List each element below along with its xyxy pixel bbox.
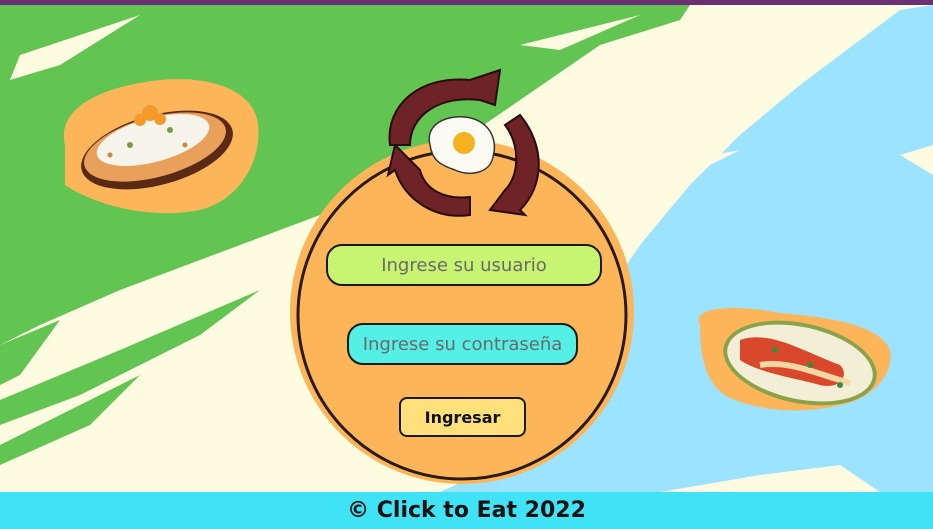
username-input[interactable] [326, 244, 602, 286]
rice-dish-icon [63, 79, 259, 214]
password-input[interactable] [347, 323, 578, 365]
footer-bar: © Click to Eat 2022 [0, 492, 933, 529]
ingresar-button[interactable]: Ingresar [399, 397, 526, 437]
footer-copyright: © Click to Eat 2022 [347, 498, 586, 523]
